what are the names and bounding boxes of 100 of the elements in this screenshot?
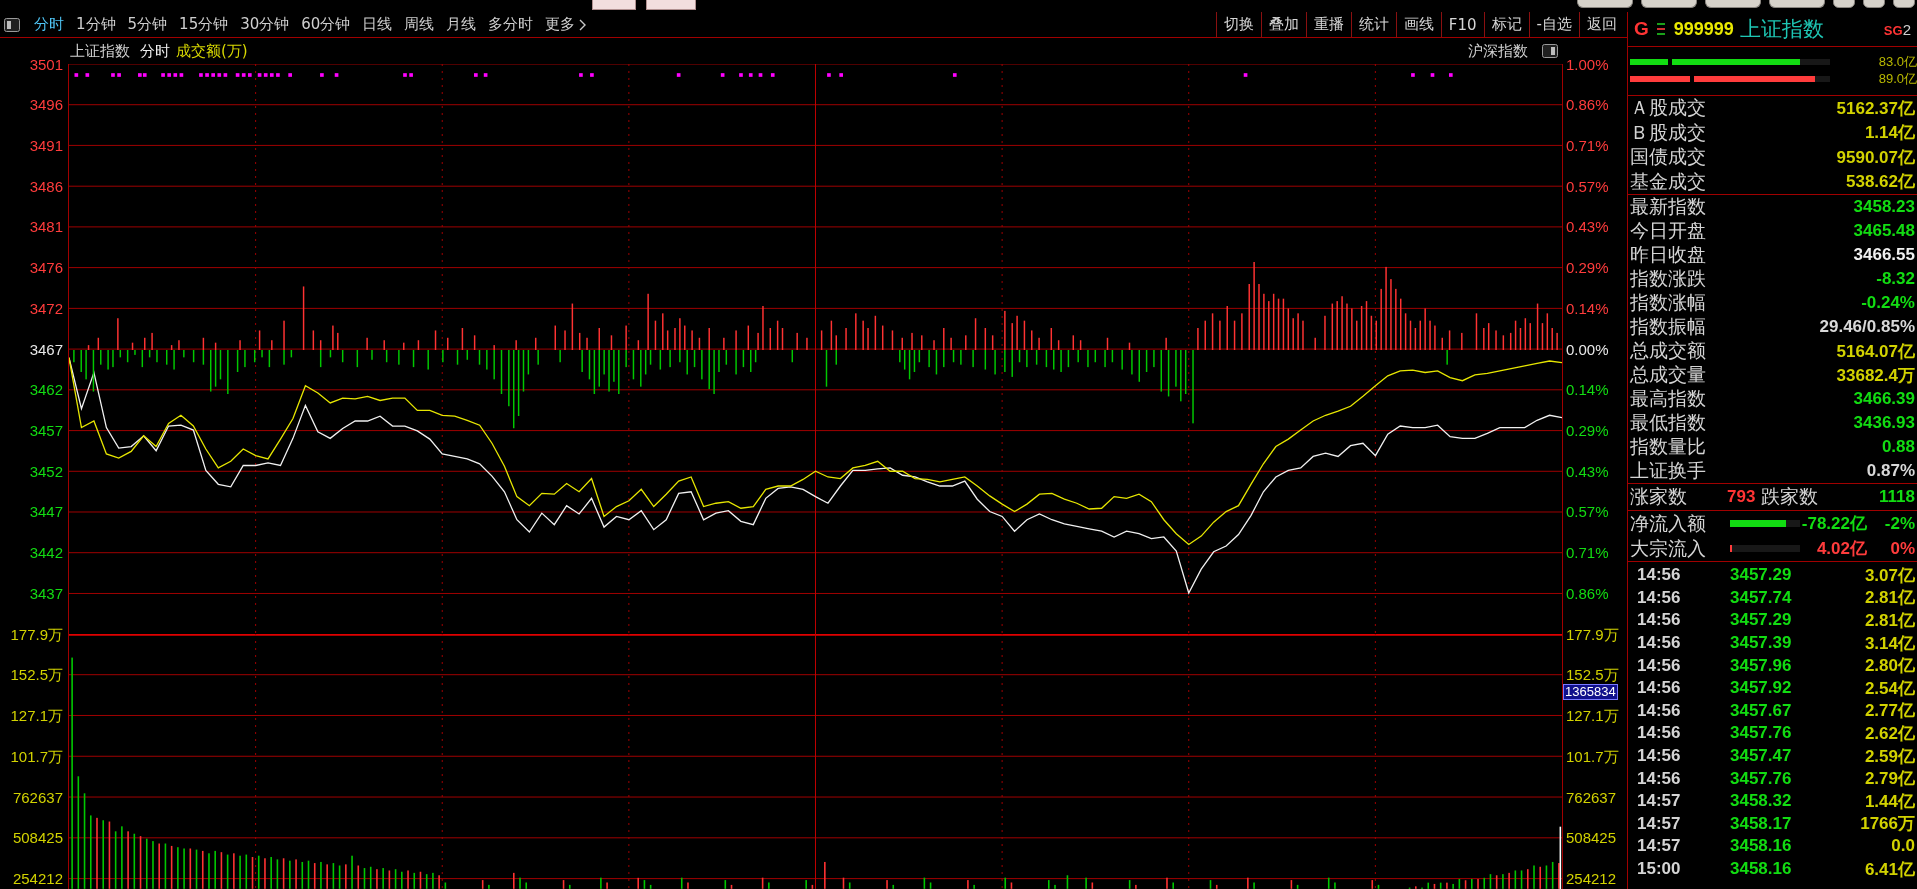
tick-amount: 1766万: [1860, 813, 1915, 836]
tick-price: 3457.76: [1730, 768, 1792, 789]
field-label: 指数涨幅: [1630, 290, 1706, 315]
tick-amount: 2.54亿: [1864, 677, 1915, 700]
tick-time: 14:56: [1637, 565, 1682, 586]
axis-tick-label: 762637: [1566, 789, 1617, 805]
axis-tick-label: 127.1万: [10, 708, 63, 724]
field-label: 指数振幅: [1630, 314, 1706, 339]
bar-value: 89.0亿: [1878, 69, 1917, 88]
axis-tick-label: 3437: [29, 585, 63, 601]
field-label: 总成交量: [1630, 362, 1706, 387]
tick-amount: 2.62亿: [1864, 722, 1915, 745]
percent-tick-label: 0.86%: [1566, 97, 1609, 113]
field-value: 3465.48: [1853, 221, 1915, 241]
percent-tick-label: 0.57%: [1566, 178, 1609, 194]
tick-price: 3457.29: [1730, 565, 1792, 586]
axis-tick-label: 508425: [1566, 830, 1617, 846]
flow-value: -78.22亿: [1801, 513, 1867, 535]
axis-tick-label: 152.5万: [10, 667, 63, 683]
bar-value: 83.0亿: [1878, 52, 1917, 71]
axis-tick-label: 177.9万: [1566, 626, 1619, 642]
tick-time: 14:56: [1637, 746, 1682, 767]
field-value: 1.14亿: [1864, 122, 1915, 145]
field-label: 指数量比: [1630, 434, 1706, 459]
field-label: 大宗流入: [1630, 535, 1706, 561]
tick-price: 3457.92: [1730, 678, 1792, 699]
percent-tick-label: 0.29%: [1566, 260, 1609, 276]
tick-amount: 2.77亿: [1864, 700, 1915, 723]
tick-amount: 2.59亿: [1864, 745, 1915, 768]
flow-percent: 0%: [1889, 538, 1915, 559]
flow-percent: -2%: [1883, 513, 1915, 534]
field-label: 最低指数: [1630, 410, 1706, 435]
field-value: 3466.55: [1853, 245, 1915, 265]
tick-price: 3458.16: [1730, 859, 1792, 879]
axis-tick-label: 3457: [29, 422, 63, 438]
axis-tick-label: 762637: [12, 789, 63, 805]
percent-tick-label: 0.71%: [1566, 137, 1609, 153]
field-label: 今日开盘: [1630, 218, 1706, 243]
percent-tick-label: 0.29%: [1566, 422, 1609, 438]
percent-tick-label: 0.00%: [1566, 341, 1609, 357]
tick-time: 14:56: [1637, 610, 1682, 631]
decliners-count: 1118: [1879, 487, 1915, 507]
tick-time: 14:56: [1637, 678, 1682, 699]
field-value: -8.32: [1876, 269, 1915, 289]
tick-amount: 2.80亿: [1864, 655, 1915, 678]
axis-tick-label: 508425: [12, 830, 63, 846]
axis-tick-label: 3442: [29, 545, 63, 561]
axis-tick-label: 101.7万: [10, 748, 63, 764]
axis-tick-label: 3481: [29, 219, 63, 235]
tick-time: 14:56: [1637, 768, 1682, 789]
field-value: 9590.07亿: [1836, 146, 1915, 169]
axis-tick-label: 254212: [1566, 871, 1617, 886]
tick-amount: 2.81亿: [1864, 610, 1915, 632]
field-value: 538.62亿: [1846, 171, 1915, 194]
percent-tick-label: 0.43%: [1566, 219, 1609, 235]
axis-tick-label: 3496: [29, 97, 63, 113]
field-label: 昨日收盘: [1630, 242, 1706, 267]
field-label: 最新指数: [1630, 194, 1706, 219]
axis-tick-label: 177.9万: [10, 626, 63, 642]
axis-tick-label: 127.1万: [1566, 708, 1619, 724]
percent-tick-label: 0.57%: [1566, 504, 1609, 520]
tick-price: 3457.76: [1730, 723, 1792, 744]
field-value: 33682.4万: [1836, 364, 1915, 387]
tick-price: 3457.74: [1730, 587, 1792, 608]
tick-price: 3457.47: [1730, 746, 1792, 767]
axis-tick-label: 3447: [29, 504, 63, 520]
field-label: Ａ股成交: [1630, 95, 1706, 121]
axis-tick-label: 152.5万: [1566, 667, 1619, 683]
tick-price: 3458.17: [1730, 813, 1792, 834]
tick-time: 15:00: [1637, 859, 1682, 879]
field-label: 最高指数: [1630, 386, 1706, 411]
field-label: 净流入额: [1630, 510, 1706, 536]
axis-tick-label: 3472: [29, 300, 63, 316]
field-value: 5164.07亿: [1836, 340, 1915, 363]
tick-price: 3457.39: [1730, 633, 1792, 654]
axis-tick-label: 3501: [29, 56, 63, 72]
axis-tick-label: 3467: [29, 341, 63, 357]
security-name: 上证指数: [1739, 16, 1824, 43]
tick-time: 14:56: [1637, 655, 1682, 676]
tick-time: 14:56: [1637, 723, 1682, 744]
axis-tick-label: 254212: [12, 871, 63, 886]
percent-tick-label: 0.14%: [1566, 300, 1609, 316]
axis-tick-label: 101.7万: [1566, 748, 1619, 764]
axis-tick-label: 3476: [29, 260, 63, 276]
field-value: 3458.23: [1853, 197, 1915, 217]
field-value: 5162.37亿: [1836, 97, 1915, 120]
tick-time: 14:57: [1637, 836, 1682, 857]
advancers-count: 793: [1727, 487, 1756, 507]
tick-price: 3457.96: [1730, 655, 1792, 676]
field-label: Ｂ股成交: [1630, 119, 1706, 145]
field-value: 0.87%: [1866, 461, 1915, 481]
field-value: 3466.39: [1853, 389, 1915, 409]
percent-tick-label: 1.00%: [1566, 56, 1609, 72]
indicator-label: 成交额(万): [176, 41, 248, 61]
axis-tick-label: 3462: [29, 382, 63, 398]
field-value: 29.46/0.85%: [1819, 317, 1915, 337]
field-label: 国债成交: [1630, 144, 1706, 170]
tick-amount: 3.07亿: [1864, 564, 1915, 587]
axis-tick-label: 3486: [29, 178, 63, 194]
percent-tick-label: 0.43%: [1566, 463, 1609, 479]
